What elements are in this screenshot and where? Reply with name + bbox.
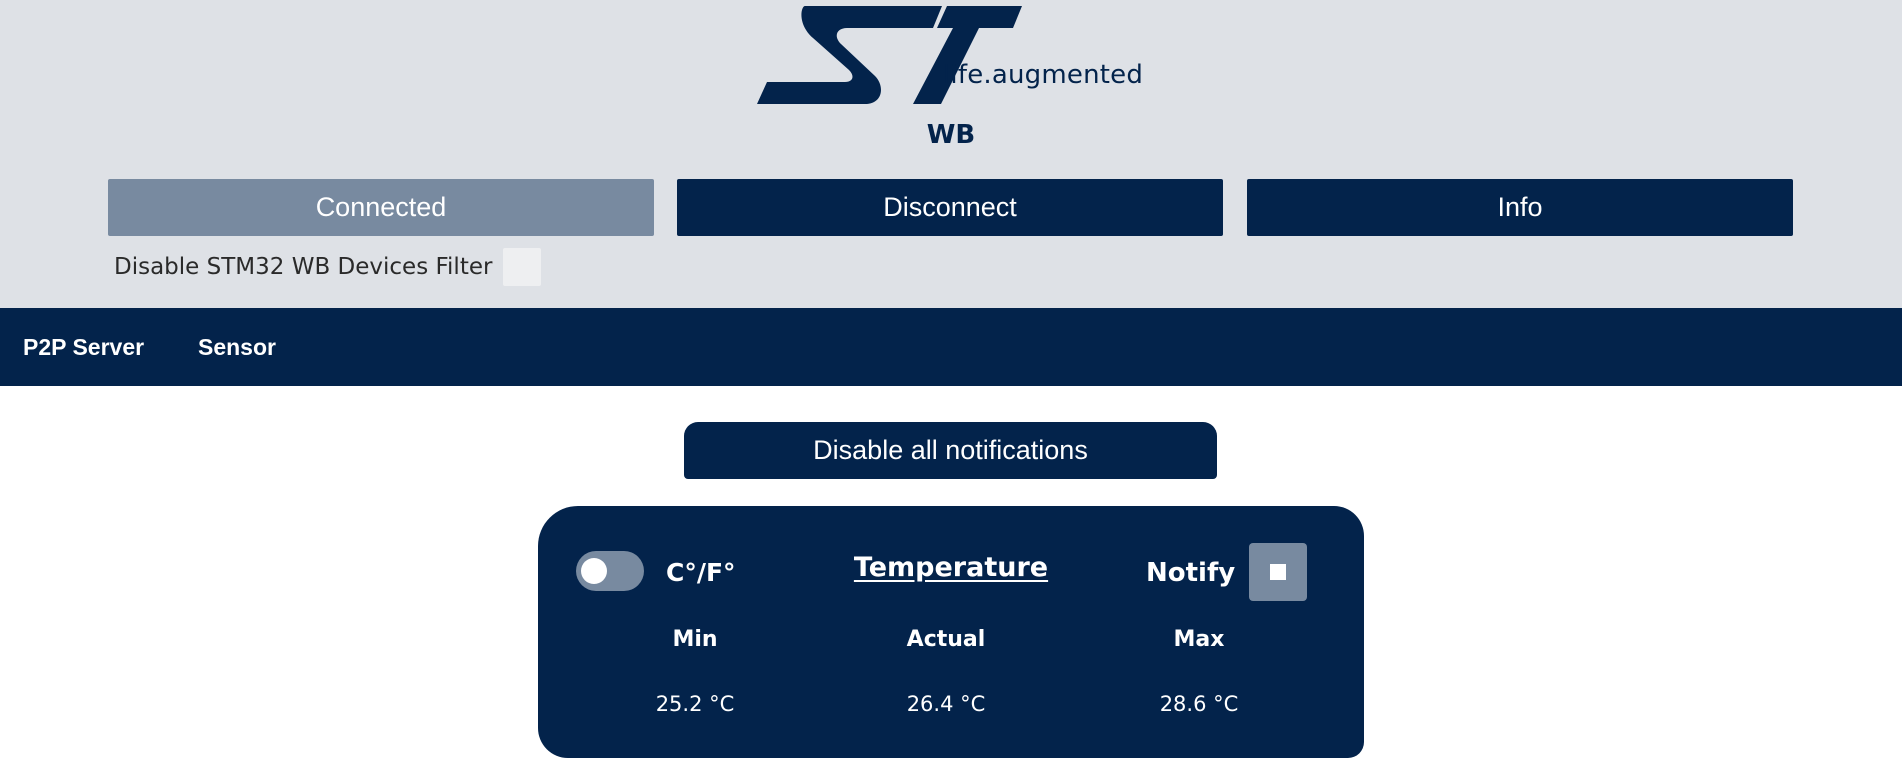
temperature-card: C°/F° Temperature Notify Min 25.2 °C Act… xyxy=(538,506,1364,758)
actual-value: 26.4 °C xyxy=(906,692,986,716)
info-button[interactable]: Info xyxy=(1247,179,1793,236)
connected-button[interactable]: Connected xyxy=(108,179,654,236)
product-title: WB xyxy=(926,120,976,150)
disable-all-notifications-button[interactable]: Disable all notifications xyxy=(684,422,1217,479)
nav-bar: P2P Server Sensor xyxy=(0,308,1902,386)
notify-button[interactable] xyxy=(1249,543,1307,601)
max-column: Max 28.6 °C xyxy=(1099,627,1299,716)
max-label: Max xyxy=(1173,627,1225,652)
actual-column: Actual 26.4 °C xyxy=(846,627,1046,716)
tab-p2p-server[interactable]: P2P Server xyxy=(23,308,144,386)
device-filter-label: Disable STM32 WB Devices Filter xyxy=(114,254,493,280)
max-value: 28.6 °C xyxy=(1159,692,1239,716)
logo-tagline: life.augmented xyxy=(943,60,1144,90)
tab-sensor[interactable]: Sensor xyxy=(198,308,276,386)
st-logo xyxy=(757,6,1022,104)
min-value: 25.2 °C xyxy=(655,692,735,716)
temperature-title: Temperature xyxy=(853,552,1049,583)
device-filter-checkbox[interactable] xyxy=(503,248,542,286)
device-filter: Disable STM32 WB Devices Filter xyxy=(114,248,542,286)
notify-label: Notify xyxy=(1146,558,1236,588)
connection-buttons: Connected Disconnect Info xyxy=(0,179,1902,236)
min-label: Min xyxy=(672,627,718,652)
stop-icon xyxy=(1270,564,1286,580)
min-column: Min 25.2 °C xyxy=(595,627,795,716)
disconnect-button[interactable]: Disconnect xyxy=(677,179,1223,236)
actual-label: Actual xyxy=(906,627,986,652)
header: life.augmented WB Connected Disconnect I… xyxy=(0,0,1902,308)
